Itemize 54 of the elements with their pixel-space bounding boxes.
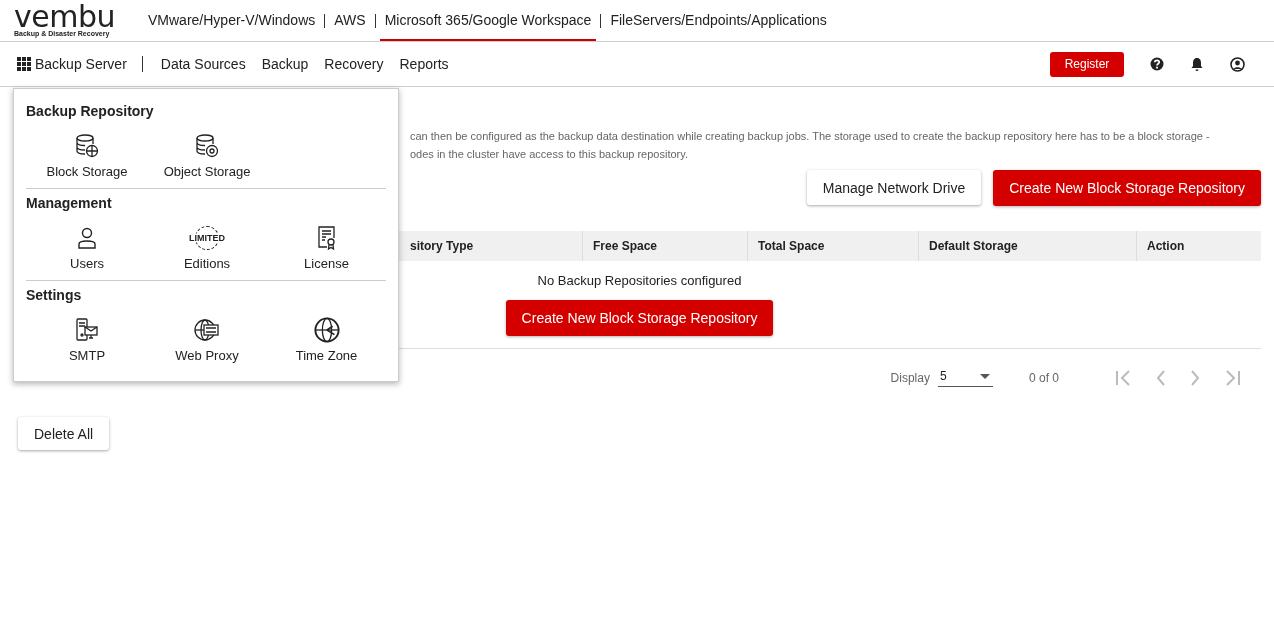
last-page-icon[interactable] <box>1223 370 1241 386</box>
previous-page-icon[interactable] <box>1155 370 1167 386</box>
create-repository-button[interactable]: Create New Block Storage Repository <box>505 300 774 336</box>
description-text: odes in the cluster have access to this backup repository. <box>410 147 689 162</box>
menu-item[interactable]: Object Storage <box>147 127 267 179</box>
menu-item[interactable]: Time Zone <box>267 311 386 363</box>
page-size-select[interactable]: 5 <box>937 369 993 387</box>
edition-badge: LIMITED <box>188 233 226 243</box>
first-page-icon[interactable] <box>1115 370 1133 386</box>
delete-all-button[interactable]: Delete All <box>18 417 110 450</box>
column-header: Default Storage <box>929 239 1018 253</box>
server-menu-button[interactable]: Backup Server <box>17 56 127 72</box>
menu-section-title: Management <box>26 195 113 211</box>
create-repository-button[interactable]: Create New Block Storage Repository <box>993 170 1261 206</box>
column-header: Action <box>1147 239 1185 253</box>
description-text: can then be configured as the backup data destination while creating backup jobs. The storage used to create the backup repository here has to be a block storage - <box>410 129 1211 144</box>
menu-item[interactable]: Block Storage <box>27 127 147 179</box>
menu-item[interactable]: SMTP <box>27 311 147 363</box>
help-icon[interactable] <box>1150 57 1164 71</box>
database-icon <box>75 133 99 159</box>
register-button[interactable]: Register <box>1050 51 1124 77</box>
product-tab[interactable]: VMware/Hyper-V/Windows <box>143 0 321 41</box>
column-header: sitory Type <box>410 239 474 253</box>
globe-icon <box>194 317 220 343</box>
globe-clock-icon <box>312 317 341 343</box>
menu-section-title: Settings <box>26 287 83 303</box>
database-icon <box>195 133 219 159</box>
bell-icon[interactable] <box>1190 56 1204 72</box>
product-tab[interactable]: AWS <box>329 0 371 41</box>
menu-section-title: Backup Repository <box>26 103 155 119</box>
nav-link[interactable]: Backup <box>253 56 317 72</box>
menu-item[interactable]: Users <box>27 219 147 271</box>
product-tab[interactable]: FileServers/Endpoints/Applications <box>605 0 832 41</box>
grid-icon <box>17 57 31 71</box>
next-page-icon[interactable] <box>1189 370 1201 386</box>
product-tab[interactable]: Microsoft 365/Google Workspace <box>379 0 597 41</box>
user-account-icon[interactable] <box>1230 56 1245 72</box>
nav-link[interactable]: Reports <box>391 56 457 72</box>
menu-item[interactable]: Web Proxy <box>147 311 267 363</box>
manage-network-drive-button[interactable]: Manage Network Drive <box>806 170 982 205</box>
caret-icon <box>979 373 990 379</box>
column-header: Free Space <box>593 239 658 253</box>
column-header: Total Space <box>758 239 825 253</box>
nav-link[interactable]: Data Sources <box>152 56 254 72</box>
certificate-icon <box>317 225 336 251</box>
logo-wordmark: vembu <box>14 4 116 30</box>
user-icon <box>77 225 97 251</box>
empty-message: No Backup Repositories configured <box>537 273 742 288</box>
mail-server-icon <box>75 317 99 343</box>
menu-item[interactable]: License <box>267 219 386 271</box>
menu-item[interactable]: LIMITED Editions <box>147 219 267 271</box>
display-label: Display <box>890 371 930 385</box>
nav-link[interactable]: Recovery <box>316 56 392 72</box>
page-range: 0 of 0 <box>1028 371 1059 385</box>
